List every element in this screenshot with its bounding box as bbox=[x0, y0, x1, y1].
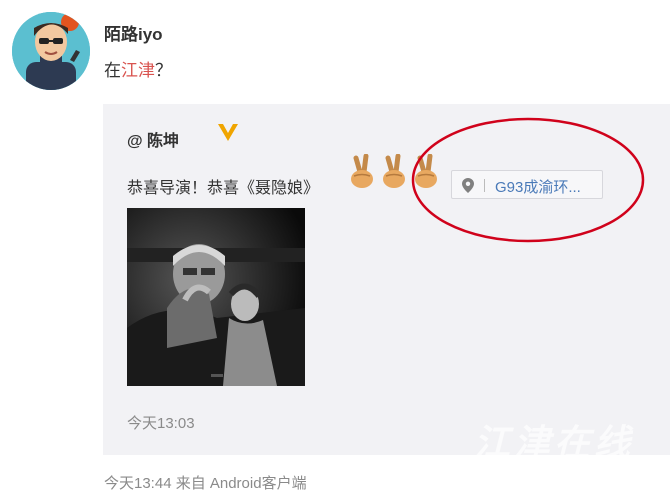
victory-hand-icon bbox=[415, 154, 437, 188]
divider bbox=[484, 179, 485, 192]
vip-badge-icon bbox=[218, 124, 238, 141]
watermark: 江津在线 bbox=[474, 422, 635, 463]
victory-hand-icon bbox=[351, 154, 373, 188]
location-button[interactable]: G93成渝环... bbox=[451, 170, 603, 199]
location-text[interactable]: G93成渝环... bbox=[495, 176, 581, 197]
location-link[interactable]: 江津 bbox=[121, 61, 155, 80]
post-text: 在江津？ bbox=[104, 56, 172, 81]
avatar[interactable] bbox=[12, 12, 90, 90]
original-author[interactable]: @ 陈坤 bbox=[127, 124, 238, 151]
original-text: 恭喜导演！恭喜《聂隐娘》 bbox=[127, 180, 320, 197]
post-text-prefix: 在 bbox=[104, 61, 121, 80]
post-text-suffix: ？ bbox=[155, 61, 172, 80]
location-pin-icon bbox=[462, 178, 474, 193]
post-photo[interactable] bbox=[127, 208, 305, 386]
repost-card: @ 陈坤 恭喜导演！恭喜《聂隐娘》 G93成渝环... 今天13:03 bbox=[103, 104, 670, 455]
post-footer: 今天13:44 来自 Android客户端 bbox=[104, 475, 307, 492]
original-author-name[interactable]: @ 陈坤 bbox=[127, 133, 179, 150]
victory-hand-icon bbox=[383, 154, 405, 188]
victory-hand-icons bbox=[351, 154, 437, 188]
original-timestamp[interactable]: 今天13:03 bbox=[127, 412, 195, 433]
username[interactable]: 陌路iyo bbox=[104, 20, 163, 45]
